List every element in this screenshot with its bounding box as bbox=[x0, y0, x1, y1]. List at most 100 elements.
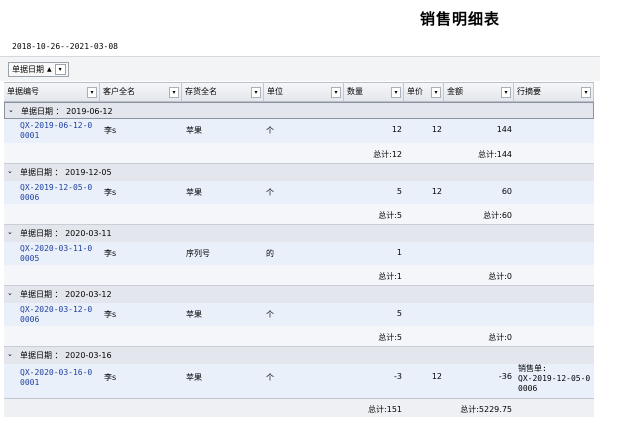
collapse-icon[interactable]: ⌄ bbox=[7, 167, 13, 175]
chevron-down-icon[interactable]: ▾ bbox=[431, 87, 441, 98]
sort-ascending-icon[interactable]: ▲ bbox=[47, 66, 52, 73]
doc-number-line: 0005 bbox=[20, 254, 40, 263]
column-header-doc-no[interactable]: 单据编号 ▾ bbox=[4, 83, 100, 101]
table-row[interactable]: QX-2019-06-12-0 0001 李s 苹果 个 12 12 144 bbox=[4, 119, 594, 143]
doc-number-line: QX-2019-06-12-0 bbox=[20, 121, 93, 130]
column-label: 金额 bbox=[447, 87, 463, 96]
group-header[interactable]: ⌄ 单据日期 ： 2020-03-12 bbox=[4, 285, 594, 303]
doc-number-link[interactable]: QX-2019-06-12-0 0001 bbox=[20, 121, 92, 141]
amount-total: 总计:0 bbox=[488, 333, 512, 342]
group-chip-doc-date[interactable]: 单据日期 ▲ ▾ bbox=[8, 62, 69, 77]
column-header-qty[interactable]: 数量 ▾ bbox=[344, 83, 404, 101]
amount-total: 总计:60 bbox=[483, 211, 512, 220]
customer-cell: 李s bbox=[104, 126, 117, 135]
column-label: 数量 bbox=[347, 87, 363, 96]
price-cell: 12 bbox=[431, 125, 442, 134]
grand-total-row: 总计:151 总计:5229.75 bbox=[4, 398, 594, 417]
group-header[interactable]: ⌄ 单据日期 ： 2020-03-11 bbox=[4, 224, 594, 242]
column-header-item[interactable]: 存货全名 ▾ bbox=[182, 83, 264, 101]
memo-line: 0006 bbox=[518, 384, 538, 393]
group-header[interactable]: ⌄ 单据日期 ： 2019-06-12 bbox=[4, 102, 594, 119]
column-header-memo[interactable]: 行摘要 ▾ bbox=[514, 83, 594, 101]
amount-total: 总计:144 bbox=[478, 150, 512, 159]
group-label: 单据日期 ： 2020-03-12 bbox=[20, 290, 112, 299]
doc-number-line: 0001 bbox=[20, 378, 40, 387]
doc-number-link[interactable]: QX-2020-03-16-0 0001 bbox=[20, 368, 92, 388]
doc-number-line: 0001 bbox=[20, 131, 40, 140]
price-cell: 12 bbox=[431, 187, 442, 196]
group-2020-03-12: ⌄ 单据日期 ： 2020-03-12 QX-2020-03-12-0 0006 … bbox=[4, 285, 594, 346]
item-cell: 苹果 bbox=[186, 373, 202, 382]
doc-number-line: 0006 bbox=[20, 315, 40, 324]
column-label: 单位 bbox=[267, 87, 283, 96]
group-total-row: 总计:5 总计:60 bbox=[4, 204, 594, 224]
chevron-down-icon[interactable]: ▾ bbox=[581, 87, 591, 98]
collapse-icon[interactable]: ⌄ bbox=[7, 289, 13, 297]
qty-grand-total: 总计:151 bbox=[368, 405, 402, 414]
amount-cell: 144 bbox=[496, 125, 512, 134]
qty-total: 总计:1 bbox=[378, 272, 402, 281]
group-chip-label: 单据日期 bbox=[12, 65, 44, 74]
doc-number-link[interactable]: QX-2019-12-05-0 0006 bbox=[20, 183, 92, 203]
qty-cell: 5 bbox=[396, 187, 402, 196]
chevron-down-icon[interactable]: ▾ bbox=[331, 87, 341, 98]
report-title: 销售明细表 bbox=[420, 10, 501, 28]
doc-number-link[interactable]: QX-2020-03-12-0 0006 bbox=[20, 305, 92, 325]
item-cell: 苹果 bbox=[186, 126, 202, 135]
customer-cell: 李s bbox=[104, 249, 117, 258]
chevron-down-icon[interactable]: ▾ bbox=[87, 87, 97, 98]
chevron-down-icon[interactable]: ▾ bbox=[501, 87, 511, 98]
sales-detail-grid: 单据编号 ▾ 客户全名 ▾ 存货全名 ▾ 单位 ▾ 数量 ▾ 单价 ▾ 金额 ▾ 行摘要 ▾ ⌄… bbox=[4, 82, 594, 400]
doc-number-line: QX-2020-03-11-0 bbox=[20, 244, 93, 253]
chevron-down-icon[interactable]: ▾ bbox=[54, 64, 66, 75]
column-header-amount[interactable]: 金额 ▾ bbox=[444, 83, 514, 101]
table-row[interactable]: QX-2019-12-05-0 0006 李s 苹果 个 5 12 60 bbox=[4, 181, 594, 204]
table-row[interactable]: QX-2020-03-12-0 0006 李s 苹果 个 5 bbox=[4, 303, 594, 326]
memo-line: QX-2019-12-05-0 bbox=[518, 374, 591, 383]
grid-header: 单据编号 ▾ 客户全名 ▾ 存货全名 ▾ 单位 ▾ 数量 ▾ 单价 ▾ 金额 ▾ 行摘要 ▾ bbox=[4, 82, 594, 102]
doc-number-line: QX-2020-03-16-0 bbox=[20, 368, 93, 377]
column-label: 单据编号 bbox=[7, 87, 39, 96]
qty-cell: 12 bbox=[391, 125, 402, 134]
unit-cell: 个 bbox=[266, 126, 274, 135]
item-cell: 苹果 bbox=[186, 188, 202, 197]
group-total-row: 总计:1 总计:0 bbox=[4, 265, 594, 285]
collapse-icon[interactable]: ⌄ bbox=[8, 106, 14, 114]
unit-cell: 的 bbox=[266, 249, 274, 258]
qty-cell: 1 bbox=[396, 248, 402, 257]
group-2019-06-12: ⌄ 单据日期 ： 2019-06-12 QX-2019-06-12-0 0001 … bbox=[4, 102, 594, 163]
customer-cell: 李s bbox=[104, 310, 117, 319]
group-total-row: 总计:12 总计:144 bbox=[4, 143, 594, 163]
group-label: 单据日期 ： 2020-03-11 bbox=[20, 229, 112, 238]
date-range: 2018-10-26--2021-03-08 bbox=[12, 42, 118, 51]
qty-total: 总计:5 bbox=[378, 333, 402, 342]
collapse-icon[interactable]: ⌄ bbox=[7, 228, 13, 236]
qty-cell: -3 bbox=[394, 372, 402, 381]
column-label: 存货全名 bbox=[185, 87, 217, 96]
unit-cell: 个 bbox=[266, 310, 274, 319]
group-by-panel: 单据日期 ▲ ▾ bbox=[0, 56, 600, 81]
group-label: 单据日期 ： 2020-03-16 bbox=[20, 351, 112, 360]
amount-total: 总计:0 bbox=[488, 272, 512, 281]
group-header[interactable]: ⌄ 单据日期 ： 2020-03-16 bbox=[4, 346, 594, 364]
memo-line: 销售单: bbox=[518, 364, 547, 373]
group-2020-03-16: ⌄ 单据日期 ： 2020-03-16 QX-2020-03-16-0 0001 … bbox=[4, 346, 594, 400]
doc-number-line: 0006 bbox=[20, 193, 40, 202]
column-header-price[interactable]: 单价 ▾ bbox=[404, 83, 444, 101]
amount-cell: 60 bbox=[501, 187, 512, 196]
column-header-customer[interactable]: 客户全名 ▾ bbox=[100, 83, 182, 101]
column-header-unit[interactable]: 单位 ▾ bbox=[264, 83, 344, 101]
qty-total: 总计:12 bbox=[373, 150, 402, 159]
chevron-down-icon[interactable]: ▾ bbox=[391, 87, 401, 98]
group-header[interactable]: ⌄ 单据日期 ： 2019-12-05 bbox=[4, 163, 594, 181]
table-row[interactable]: QX-2020-03-16-0 0001 李s 苹果 个 -3 12 -36 销售… bbox=[4, 364, 594, 400]
collapse-icon[interactable]: ⌄ bbox=[7, 350, 13, 358]
doc-number-link[interactable]: QX-2020-03-11-0 0005 bbox=[20, 244, 92, 264]
chevron-down-icon[interactable]: ▾ bbox=[169, 87, 179, 98]
unit-cell: 个 bbox=[266, 188, 274, 197]
chevron-down-icon[interactable]: ▾ bbox=[251, 87, 261, 98]
table-row[interactable]: QX-2020-03-11-0 0005 李s 序列号 的 1 bbox=[4, 242, 594, 265]
group-label: 单据日期 ： 2019-12-05 bbox=[20, 168, 112, 177]
column-label: 行摘要 bbox=[517, 87, 541, 96]
column-label: 单价 bbox=[407, 87, 423, 96]
